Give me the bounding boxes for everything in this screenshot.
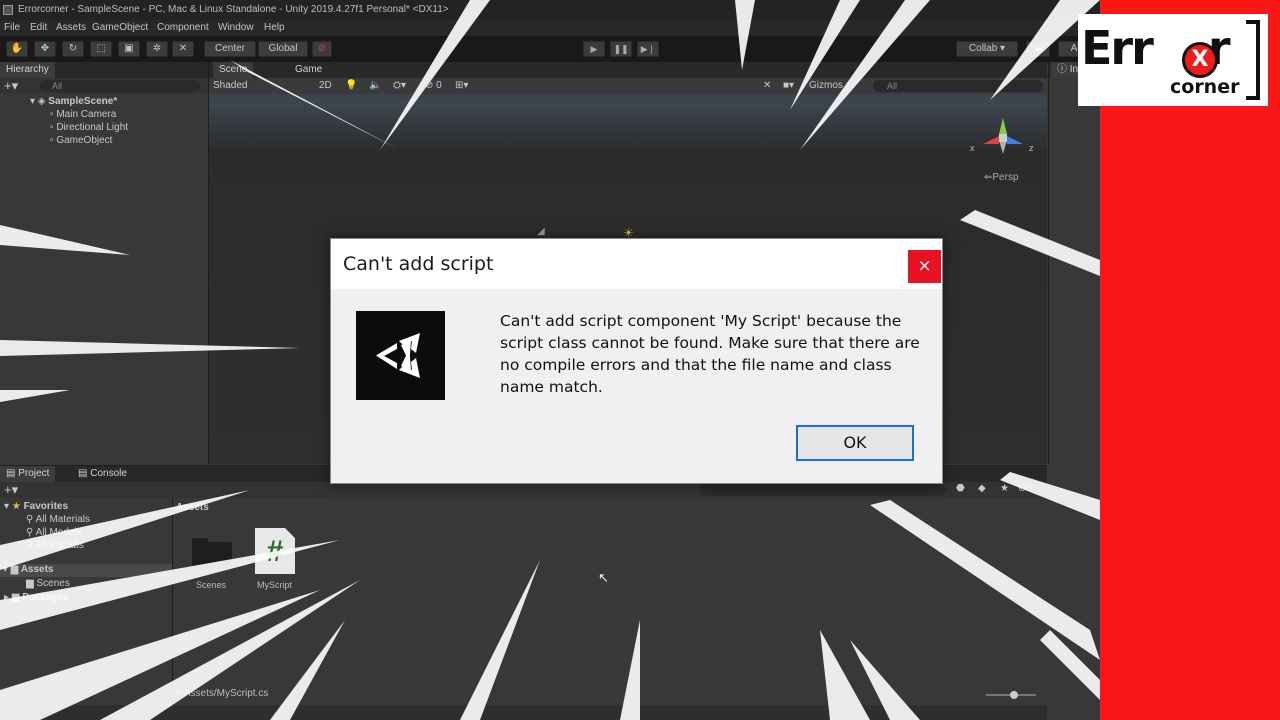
hand-tool-icon[interactable]: ✋: [6, 41, 28, 57]
list-item[interactable]: ▫ Directional Light: [50, 122, 128, 133]
status-bar: [0, 705, 1047, 720]
play-button[interactable]: ▶: [583, 41, 605, 57]
tab-game[interactable]: Game: [289, 62, 329, 78]
gizmos-dropdown[interactable]: Gizmos: [809, 78, 843, 94]
hierarchy-panel: Hierarchy +▾ All ▾ ◈ SampleScene* ▫ Main…: [0, 62, 209, 464]
filter-type-icon[interactable]: ⬣: [956, 483, 965, 494]
axis-x-label: x: [970, 143, 975, 153]
list-item[interactable]: ▆ Scenes: [26, 578, 70, 589]
move-tool-icon[interactable]: ✥: [34, 41, 56, 57]
rect-tool-icon[interactable]: ▣: [118, 41, 140, 57]
grid-item-label[interactable]: MyScript: [257, 580, 292, 590]
folder-icon[interactable]: [192, 534, 234, 568]
rotate-tool-icon[interactable]: ↻: [62, 41, 84, 57]
tab-project[interactable]: ▤ Project: [0, 466, 56, 482]
hidden-packages-count[interactable]: ⊘8: [1018, 483, 1032, 494]
main-toolbar: ✋ ✥ ↻ ⬚ ▣ ✲ ✕ Center Global ⊘ ▶ ❚❚ ▶❘ Co…: [0, 36, 1100, 62]
transform-tool-icon[interactable]: ✲: [146, 41, 168, 57]
selected-asset-path: ⌗ Assets/MyScript.cs: [176, 688, 269, 699]
pause-button[interactable]: ❚❚: [610, 41, 632, 57]
create-add-icon[interactable]: +▾: [4, 78, 18, 94]
scene-search-input[interactable]: All: [873, 80, 1043, 92]
menu-edit[interactable]: Edit: [30, 20, 47, 36]
csharp-script-icon[interactable]: #: [255, 528, 295, 574]
menu-help[interactable]: Help: [264, 20, 285, 36]
ok-button[interactable]: OK: [796, 425, 914, 461]
window-titlebar: Errorcorner - SampleScene - PC, Mac & Li…: [0, 0, 1100, 20]
assets-folder-item[interactable]: ▾ ▆ Assets: [0, 564, 172, 577]
logo-subword: corner: [1170, 76, 1240, 98]
project-panel: ▤ Project ▤ Console +▾ ⬣ ◆ ★ ⊘8 ▾ ★ Favo…: [0, 465, 1047, 706]
unity-app-icon: [3, 5, 13, 15]
persp-label[interactable]: ⇐Persp: [984, 172, 1019, 183]
close-icon[interactable]: ×: [908, 250, 941, 283]
unity-logo-icon: [356, 311, 445, 400]
error-dialog: Can't add script × Can't add script comp…: [330, 238, 943, 484]
axis-z-label: z: [1029, 143, 1034, 153]
menu-window[interactable]: Window: [218, 20, 254, 36]
space-global-button[interactable]: Global: [258, 41, 308, 57]
scene-tabbar: Scene Game: [209, 62, 1047, 78]
camera-gizmo-icon[interactable]: ◢: [537, 226, 545, 237]
scale-tool-icon[interactable]: ⬚: [90, 41, 112, 57]
custom-tool-icon[interactable]: ✕: [172, 41, 194, 57]
list-item[interactable]: ⚲ All Materials: [26, 514, 90, 525]
grid-icon[interactable]: ⊞▾: [455, 78, 468, 94]
project-tree: ▾ ★ Favorites ⚲ All Materials ⚲ All Mode…: [0, 498, 173, 706]
menu-gameobject[interactable]: GameObject: [92, 20, 148, 36]
collab-dropdown[interactable]: Collab ▾: [956, 41, 1018, 57]
icon-size-slider[interactable]: [986, 691, 1036, 699]
menu-assets[interactable]: Assets: [56, 20, 86, 36]
step-button[interactable]: ▶❘: [637, 41, 659, 57]
dialog-title: Can't add script: [343, 253, 494, 275]
audio-icon[interactable]: 🔈: [369, 78, 381, 94]
hierarchy-tabbar: Hierarchy: [0, 62, 208, 78]
favorite-star-icon[interactable]: ★: [1000, 483, 1009, 494]
inspector-panel: ⓘ Ins: [1048, 62, 1100, 464]
logo-x-icon: X: [1182, 42, 1218, 78]
tab-hierarchy[interactable]: Hierarchy: [0, 62, 55, 78]
project-search-input[interactable]: [700, 484, 946, 496]
hierarchy-search-input[interactable]: All: [40, 80, 200, 92]
scene-root-item[interactable]: ▾ ◈ SampleScene*: [30, 96, 117, 107]
hierarchy-toolbar: +▾ All: [0, 78, 208, 94]
mouse-cursor-icon: ↖: [598, 570, 609, 585]
tab-scene[interactable]: Scene: [213, 62, 254, 78]
errorcorner-logo: Err r X corner: [1078, 14, 1268, 106]
packages-folder-item[interactable]: ▸ ▆ Packages: [4, 592, 68, 603]
logo-bracket: [1246, 20, 1260, 100]
filter-label-icon[interactable]: ◆: [978, 483, 986, 494]
menu-component[interactable]: Component: [157, 20, 209, 36]
effects-icon[interactable]: ⛭▾: [393, 78, 406, 94]
shading-mode-dropdown[interactable]: Shaded: [213, 78, 247, 94]
breadcrumb[interactable]: Assets: [176, 502, 209, 513]
scene-orientation-gizmo[interactable]: [975, 110, 1031, 166]
mode-2d-toggle[interactable]: 2D: [319, 78, 332, 94]
brand-side-bar: [1100, 0, 1280, 720]
list-item[interactable]: ▫ Main Camera: [50, 109, 116, 120]
menu-bar: File Edit Assets GameObject Component Wi…: [0, 20, 1100, 36]
favorites-section[interactable]: ▾ ★ Favorites: [4, 501, 68, 512]
list-item[interactable]: ⚲ All Models: [26, 527, 82, 538]
project-toolbar: +▾ ⬣ ◆ ★ ⊘8: [0, 482, 1047, 498]
window-title: Errorcorner - SampleScene - PC, Mac & Li…: [18, 4, 449, 15]
grid-item-label[interactable]: Scenes: [196, 580, 226, 590]
tab-console[interactable]: ▤ Console: [72, 466, 133, 482]
list-item[interactable]: ▫ GameObject: [50, 135, 112, 146]
cloud-icon[interactable]: ☁: [1026, 41, 1050, 57]
snap-icon[interactable]: ⊘: [312, 41, 332, 57]
dialog-message: Can't add script component 'My Script' b…: [500, 312, 920, 396]
tools-icon[interactable]: ✕: [763, 78, 771, 94]
camera-icon[interactable]: ■▾: [783, 78, 794, 94]
pivot-center-button[interactable]: Center: [204, 41, 256, 57]
scene-toolbar: Shaded 2D 💡 🔈 ⛭▾ ⊘ 0 ⊞▾ ✕ ■▾ Gizmos All: [209, 78, 1047, 94]
lighting-icon[interactable]: 💡: [345, 78, 357, 94]
dialog-titlebar: Can't add script ×: [331, 239, 942, 289]
list-item[interactable]: ⚲ All Prefabs: [26, 540, 84, 551]
create-add-icon[interactable]: +▾: [4, 482, 18, 498]
menu-file[interactable]: File: [4, 20, 20, 36]
hidden-objects-count[interactable]: ⊘ 0: [425, 78, 442, 94]
